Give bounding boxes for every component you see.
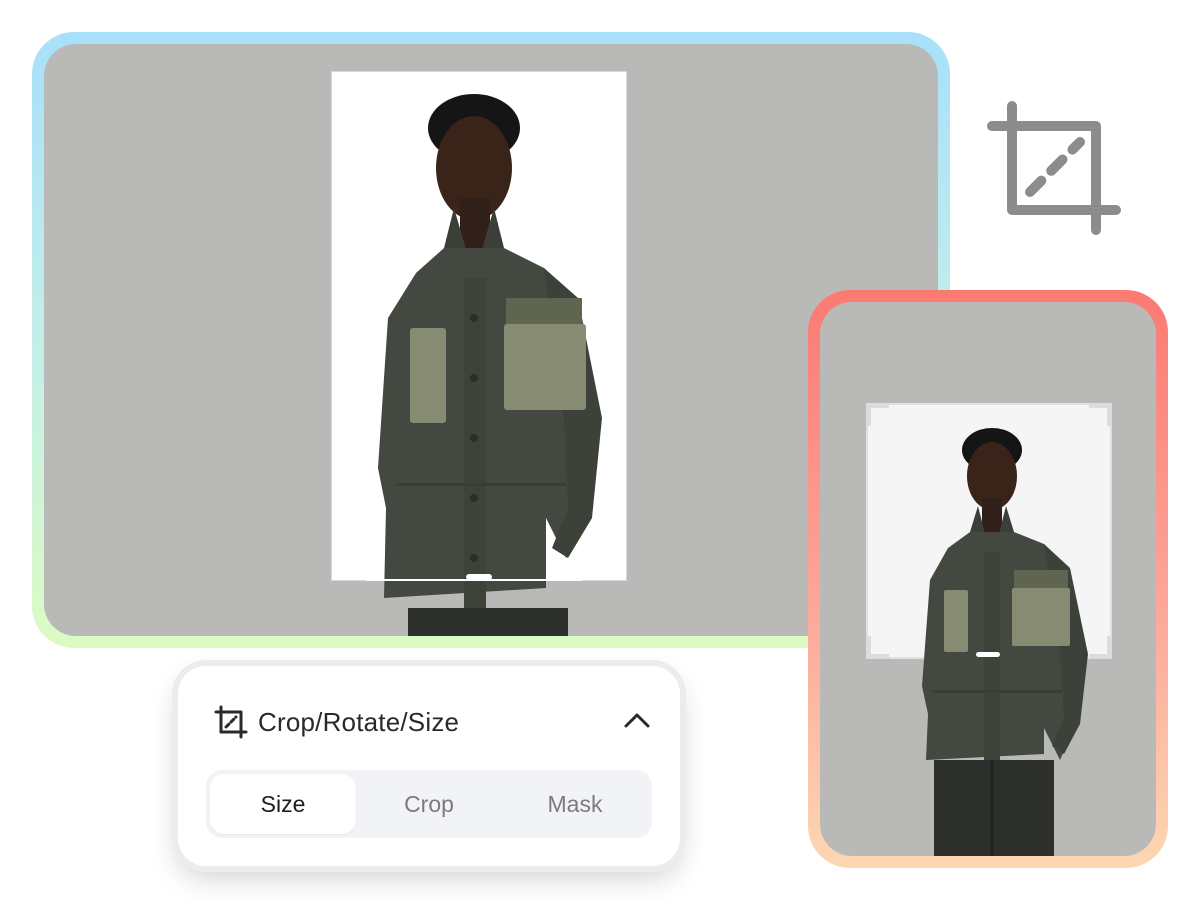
crop-corner-handle[interactable] bbox=[1089, 403, 1112, 426]
panel-header[interactable]: Crop/Rotate/Size bbox=[214, 702, 654, 742]
crop-corner-handle[interactable] bbox=[866, 636, 889, 659]
tab-size[interactable]: Size bbox=[210, 774, 356, 834]
crop-icon bbox=[986, 100, 1122, 236]
tab-mask[interactable]: Mask bbox=[502, 774, 648, 834]
model-photo bbox=[356, 88, 616, 636]
tab-crop[interactable]: Crop bbox=[356, 774, 502, 834]
crop-icon bbox=[214, 705, 248, 739]
panel-title: Crop/Rotate/Size bbox=[258, 706, 460, 737]
model-photo-preview bbox=[908, 424, 1098, 856]
cropped-preview-canvas[interactable] bbox=[820, 302, 1156, 856]
main-canvas[interactable] bbox=[44, 44, 938, 636]
crop-resize-handle[interactable] bbox=[976, 652, 1000, 657]
tab-group: Size Crop Mask bbox=[206, 770, 652, 838]
crop-corner-handle[interactable] bbox=[866, 403, 889, 426]
chevron-up-icon[interactable] bbox=[622, 706, 652, 736]
crop-resize-handle[interactable] bbox=[466, 574, 492, 580]
crop-rotate-size-panel: Crop/Rotate/Size Size Crop Mask bbox=[178, 666, 680, 866]
cropped-preview-card bbox=[808, 290, 1168, 868]
